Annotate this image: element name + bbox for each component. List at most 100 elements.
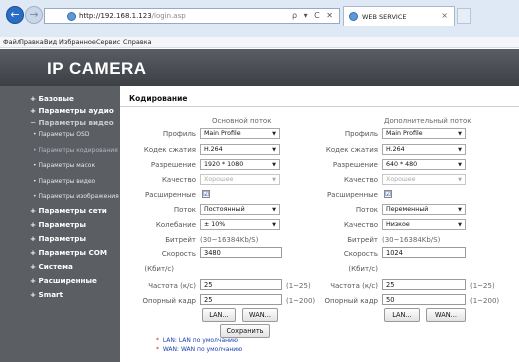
chevron-down-icon: ▼ bbox=[272, 207, 276, 213]
sub-advanced-label: Расширенные bbox=[326, 191, 378, 199]
sidebar-item-com[interactable]: + Параметры COM bbox=[30, 248, 107, 257]
main-speed-input[interactable]: 3480 bbox=[200, 247, 282, 258]
sub-advanced-checkbox[interactable]: ☑ bbox=[384, 190, 392, 198]
menu-favorites[interactable]: Избранное bbox=[59, 38, 96, 46]
forward-arrow-icon[interactable]: → bbox=[25, 6, 43, 24]
main-fps-range: (1~25) bbox=[286, 282, 311, 290]
main-profile-select[interactable]: Main Profile ▼ bbox=[200, 128, 280, 139]
main-advanced-checkbox[interactable]: ☑ bbox=[202, 190, 210, 198]
save-button[interactable]: Сохранить bbox=[220, 324, 270, 338]
menu-help[interactable]: Справка bbox=[123, 38, 152, 46]
sub-quality2-select[interactable]: Низкое ▼ bbox=[382, 219, 466, 230]
main-fluctuation-label: Колебание bbox=[155, 221, 196, 229]
main-fps-input[interactable]: 25 bbox=[200, 279, 282, 290]
main-speed-unit: (Кбит/с) bbox=[144, 265, 174, 273]
sub-stream-type-select[interactable]: Переменный ▼ bbox=[382, 204, 466, 215]
sub-fps-input[interactable]: 25 bbox=[382, 279, 466, 290]
main-quality-value: Хорошее bbox=[204, 176, 234, 183]
sidebar-subitem-osd[interactable]: • Параметры OSD bbox=[33, 131, 89, 138]
chevron-down-icon: ▼ bbox=[458, 162, 462, 168]
sidebar-item-params-1[interactable]: + Параметры bbox=[30, 220, 86, 229]
sub-quality2-value: Низкое bbox=[386, 221, 410, 228]
main-lan-button[interactable]: LAN... bbox=[202, 308, 236, 322]
new-tab-button[interactable] bbox=[457, 8, 471, 24]
chevron-down-icon: ▼ bbox=[458, 147, 462, 153]
sub-quality2-label: Качество bbox=[343, 221, 378, 229]
address-controls[interactable]: ρ ▾ C ✕ bbox=[292, 11, 335, 20]
back-arrow-icon[interactable]: ← bbox=[6, 6, 24, 24]
main-resolution-value: 1920 * 1080 bbox=[204, 161, 244, 168]
main-codec-label: Кодек сжатия bbox=[143, 146, 196, 154]
sub-profile-select[interactable]: Main Profile ▼ bbox=[382, 128, 466, 139]
menu-edit[interactable]: Правка bbox=[19, 38, 44, 46]
chevron-down-icon: ▼ bbox=[458, 177, 462, 183]
sidebar-item-system[interactable]: + Система bbox=[30, 262, 73, 271]
sub-stream-type-value: Переменный bbox=[386, 206, 429, 213]
sub-quality-select: Хорошее ▼ bbox=[382, 174, 466, 185]
address-bar[interactable]: http://192.168.1.123/login.asp ρ ▾ C ✕ bbox=[44, 8, 340, 24]
sub-stream-title: Дополнительный поток bbox=[384, 117, 472, 125]
sub-profile-value: Main Profile bbox=[386, 130, 423, 137]
menu-view[interactable]: Вид bbox=[44, 38, 57, 46]
main-speed-label: Скорость bbox=[161, 250, 196, 258]
sub-speed-label: Скорость bbox=[343, 250, 378, 258]
sidebar-item-params-2[interactable]: + Параметры bbox=[30, 234, 86, 243]
main-fluctuation-select[interactable]: ± 10% ▼ bbox=[200, 219, 280, 230]
sidebar-item-network[interactable]: + Параметры сети bbox=[30, 206, 107, 215]
sidebar-item-video[interactable]: − Параметры видео bbox=[30, 118, 114, 127]
sub-profile-label: Профиль bbox=[344, 130, 378, 138]
sub-speed-input[interactable]: 1024 bbox=[382, 247, 466, 258]
sub-gop-input[interactable]: 50 bbox=[382, 294, 466, 305]
sidebar: + Базовые + Параметры аудио − Параметры … bbox=[0, 86, 120, 362]
sub-gop-label: Опорный кадр bbox=[324, 297, 379, 305]
sidebar-item-advanced[interactable]: + Расширенные bbox=[30, 276, 97, 285]
main-gop-input[interactable]: 25 bbox=[200, 294, 282, 305]
sub-bitrate-range: (30~16384Kb/S) bbox=[382, 236, 441, 244]
main-quality-select: Хорошее ▼ bbox=[200, 174, 280, 185]
sub-bitrate-label: Битрейт bbox=[347, 236, 378, 244]
sub-gop-range: (1~200) bbox=[470, 297, 500, 305]
main-fps-label: Частота (к/с) bbox=[148, 282, 196, 290]
main-stream-type-select[interactable]: Постоянный ▼ bbox=[200, 204, 280, 215]
main-advanced-label: Расширенные bbox=[144, 191, 196, 199]
sidebar-subitem-encoding[interactable]: • Параметры кодирования bbox=[33, 147, 118, 154]
sub-wan-button[interactable]: WAN... bbox=[426, 308, 466, 322]
menu-tools[interactable]: Сервис bbox=[96, 38, 120, 46]
main-wan-button[interactable]: WAN... bbox=[242, 308, 278, 322]
chevron-down-icon: ▼ bbox=[272, 177, 276, 183]
chevron-down-icon: ▼ bbox=[458, 207, 462, 213]
url-host: http://192.168.1.123 bbox=[79, 12, 152, 20]
sidebar-subitem-video[interactable]: • Параметры видео bbox=[33, 178, 95, 185]
main-codec-value: H.264 bbox=[204, 146, 223, 153]
note-star: * bbox=[156, 337, 159, 344]
sub-codec-label: Кодек сжатия bbox=[325, 146, 378, 154]
sidebar-subitem-masks[interactable]: • Параметры масок bbox=[33, 162, 95, 169]
tab-title: WEB SERVICE bbox=[362, 13, 407, 21]
chevron-down-icon: ▼ bbox=[272, 147, 276, 153]
sub-resolution-select[interactable]: 640 * 480 ▼ bbox=[382, 159, 466, 170]
main-codec-select[interactable]: H.264 ▼ bbox=[200, 144, 280, 155]
sidebar-subitem-image[interactable]: • Параметры изображения bbox=[33, 193, 119, 200]
sub-lan-button[interactable]: LAN... bbox=[384, 308, 420, 322]
note-star: * bbox=[156, 346, 159, 353]
main-gop-label: Опорный кадр bbox=[142, 297, 197, 305]
close-icon[interactable]: × bbox=[441, 11, 448, 20]
ie-page-icon bbox=[67, 12, 76, 21]
sub-stream-type-label: Поток bbox=[355, 206, 378, 214]
menu-bar: Файл Правка Вид Избранное Сервис Справка bbox=[0, 37, 519, 48]
main-profile-label: Профиль bbox=[162, 130, 196, 138]
sub-codec-value: H.264 bbox=[386, 146, 405, 153]
browser-tab[interactable]: WEB SERVICE × bbox=[343, 6, 455, 26]
main-bitrate-range: (30~16384Kb/S) bbox=[200, 236, 259, 244]
sidebar-item-smart[interactable]: + Smart bbox=[30, 290, 63, 299]
sub-quality-label: Качество bbox=[343, 176, 378, 184]
sidebar-item-basic[interactable]: + Базовые bbox=[30, 94, 74, 103]
main-resolution-select[interactable]: 1920 * 1080 ▼ bbox=[200, 159, 280, 170]
tab-encoding[interactable]: Кодирование bbox=[126, 92, 198, 106]
sub-fps-label: Частота (к/с) bbox=[330, 282, 378, 290]
main-resolution-label: Разрешение bbox=[150, 161, 196, 169]
tab-divider bbox=[120, 106, 519, 107]
sidebar-item-audio[interactable]: + Параметры аудио bbox=[30, 106, 114, 115]
sub-codec-select[interactable]: H.264 ▼ bbox=[382, 144, 466, 155]
sub-resolution-value: 640 * 480 bbox=[386, 161, 418, 168]
